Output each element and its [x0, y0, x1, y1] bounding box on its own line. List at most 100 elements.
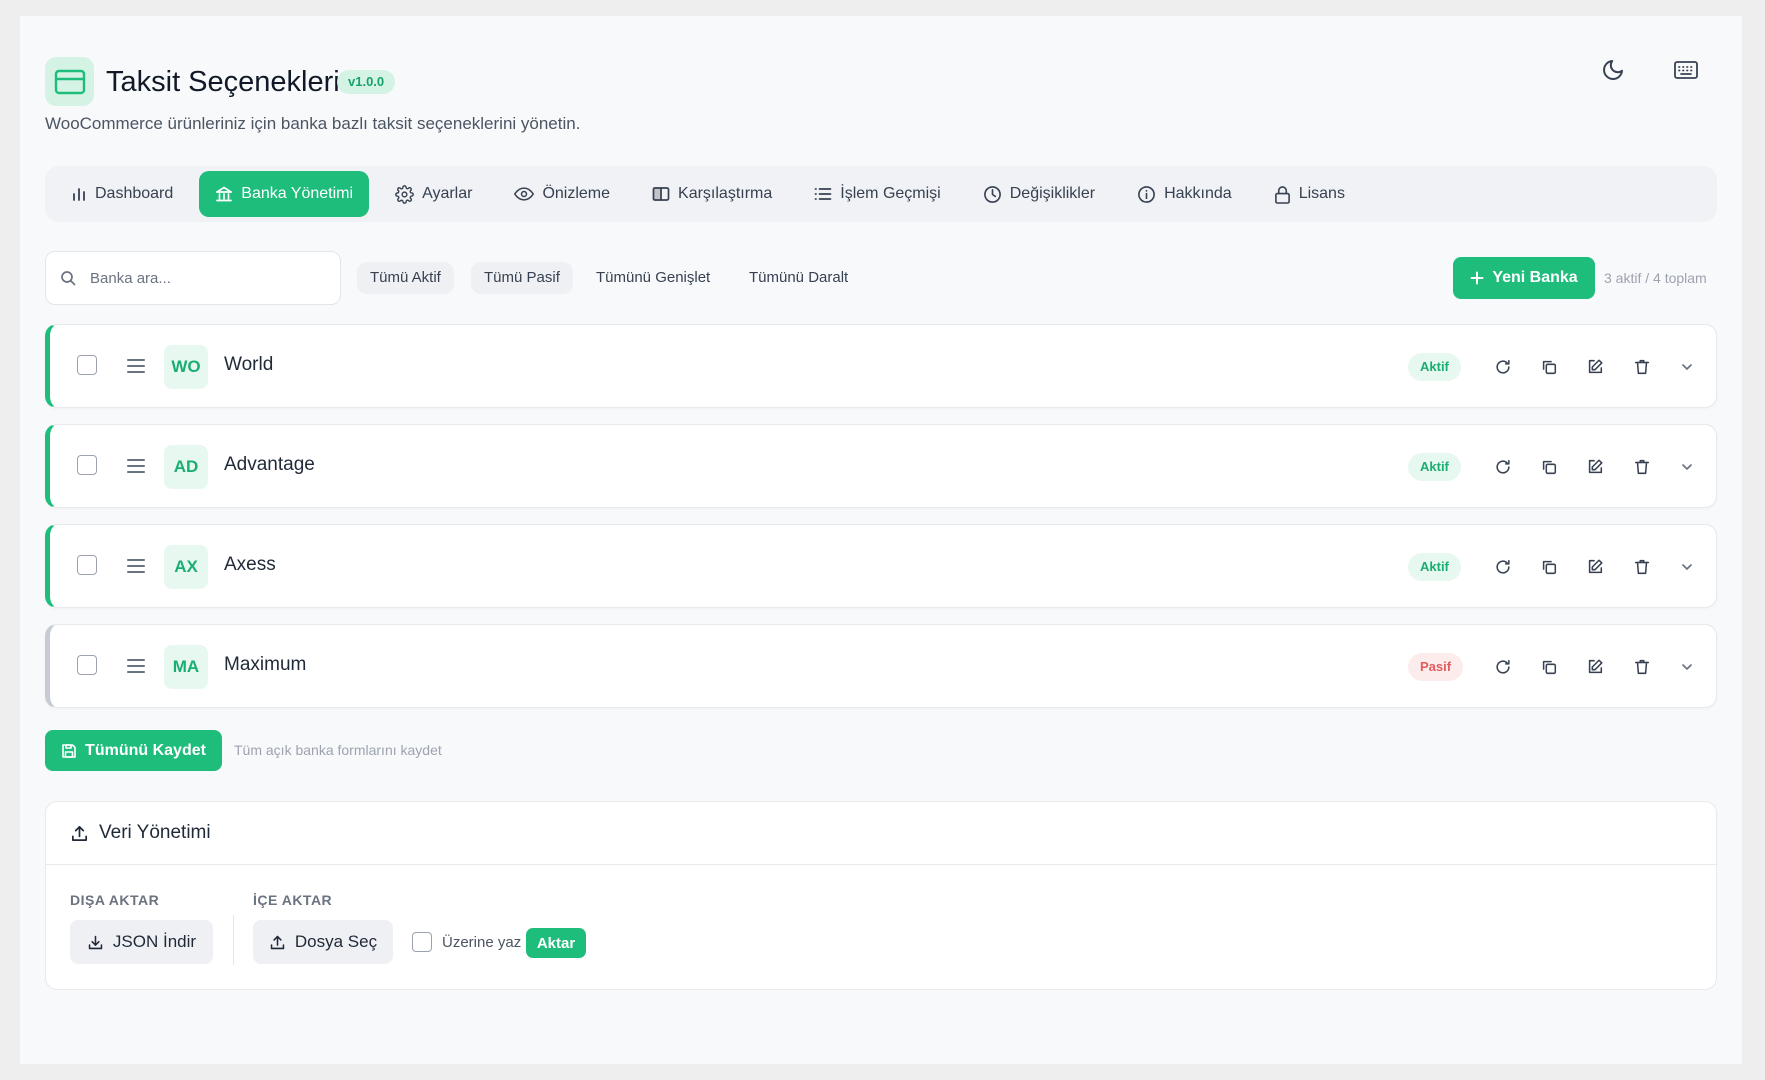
refresh-button[interactable] [1492, 456, 1514, 478]
copy-icon [1540, 558, 1558, 576]
import-label: İÇE AKTAR [253, 892, 333, 908]
divider [233, 915, 234, 965]
status-badge[interactable]: Aktif [1408, 353, 1461, 381]
expand-button[interactable] [1676, 556, 1698, 578]
keyboard-shortcuts-button[interactable] [1666, 50, 1706, 90]
drag-handle-icon[interactable] [126, 557, 146, 580]
duplicate-button[interactable] [1538, 556, 1560, 578]
copy-icon [1540, 358, 1558, 376]
new-bank-button[interactable]: Yeni Banka [1453, 257, 1595, 299]
chevron-down-icon [1679, 459, 1695, 475]
import-submit-button[interactable]: Aktar [526, 928, 586, 958]
tab-dashboard[interactable]: Dashboard [55, 171, 189, 217]
overwrite-label: Üzerine yaz [442, 934, 522, 951]
moon-icon [1603, 60, 1623, 80]
delete-button[interactable] [1631, 656, 1653, 678]
edit-button[interactable] [1584, 556, 1606, 578]
tab-transaction-history[interactable]: İşlem Geçmişi [798, 171, 956, 217]
info-icon [1138, 185, 1156, 203]
plus-icon [1470, 271, 1484, 285]
status-badge[interactable]: Aktif [1408, 553, 1461, 581]
bank-name: World [224, 354, 274, 375]
drag-handle-icon[interactable] [126, 457, 146, 480]
tab-label: Ayarlar [422, 185, 473, 202]
refresh-button[interactable] [1492, 556, 1514, 578]
refresh-button[interactable] [1492, 656, 1514, 678]
eye-icon [514, 187, 535, 201]
tab-settings[interactable]: Ayarlar [379, 171, 488, 217]
columns-icon [652, 187, 670, 201]
search-input[interactable] [90, 269, 310, 287]
bank-select-checkbox[interactable] [77, 355, 97, 375]
credit-card-icon [45, 57, 94, 106]
lock-icon [1274, 185, 1290, 204]
refresh-icon [1494, 558, 1512, 576]
choose-file-label: Dosya Seç [294, 932, 378, 951]
delete-button[interactable] [1631, 356, 1653, 378]
expand-button[interactable] [1676, 456, 1698, 478]
delete-button[interactable] [1631, 556, 1653, 578]
all-passive-button[interactable]: Tümü Pasif [471, 262, 573, 294]
tab-label: Karşılaştırma [678, 185, 773, 202]
save-icon [62, 743, 76, 758]
edit-icon [1586, 558, 1604, 576]
edit-icon [1586, 658, 1604, 676]
drag-handle-icon[interactable] [126, 657, 146, 680]
expand-all-button[interactable]: Tümünü Genişlet [583, 262, 723, 294]
tab-changes[interactable]: Değişiklikler [967, 171, 1111, 217]
expand-button[interactable] [1676, 356, 1698, 378]
status-badge[interactable]: Pasif [1408, 653, 1464, 681]
expand-button[interactable] [1676, 656, 1698, 678]
page-title: Taksit Seçenekleri [106, 66, 340, 98]
edit-icon [1586, 358, 1604, 376]
trash-icon [1633, 358, 1651, 376]
bank-select-checkbox[interactable] [77, 655, 97, 675]
tab-label: Dashboard [95, 185, 174, 202]
save-all-label: Tümünü Kaydet [85, 741, 206, 759]
list-icon [814, 188, 832, 200]
data-management-header: Veri Yönetimi [46, 802, 1716, 865]
bank-select-checkbox[interactable] [77, 455, 97, 475]
edit-button[interactable] [1584, 456, 1606, 478]
tab-preview[interactable]: Önizleme [498, 171, 626, 217]
refresh-button[interactable] [1492, 356, 1514, 378]
tab-label: Banka Yönetimi [241, 185, 354, 202]
bank-name: Maximum [224, 654, 307, 675]
page-subtitle: WooCommerce ürünleriniz için banka bazlı… [45, 114, 581, 133]
copy-icon [1540, 458, 1558, 476]
json-download-button[interactable]: JSON İndir [70, 920, 213, 964]
bank-row[interactable]: WO World Aktif [45, 324, 1717, 408]
all-active-button[interactable]: Tümü Aktif [357, 262, 454, 294]
export-label: DIŞA AKTAR [70, 892, 160, 908]
save-all-button[interactable]: Tümünü Kaydet [45, 730, 222, 771]
tab-about[interactable]: Hakkında [1121, 171, 1248, 217]
collapse-all-button[interactable]: Tümünü Daralt [736, 262, 861, 294]
chevron-down-icon [1679, 559, 1695, 575]
duplicate-button[interactable] [1538, 456, 1560, 478]
dark-mode-toggle[interactable] [1593, 50, 1633, 90]
bank-row[interactable]: AX Axess Aktif [45, 524, 1717, 608]
version-badge: v1.0.0 [337, 70, 396, 94]
edit-button[interactable] [1584, 356, 1606, 378]
status-badge[interactable]: Aktif [1408, 453, 1461, 481]
drag-handle-icon[interactable] [126, 357, 146, 380]
choose-file-button[interactable]: Dosya Seç [253, 920, 393, 964]
data-management-card: Veri Yönetimi DIŞA AKTAR JSON İndir İÇE … [45, 801, 1717, 990]
delete-button[interactable] [1631, 456, 1653, 478]
edit-button[interactable] [1584, 656, 1606, 678]
search-icon [61, 271, 76, 286]
trash-icon [1633, 658, 1651, 676]
overwrite-checkbox[interactable] [412, 932, 432, 952]
clock-icon [983, 185, 1001, 203]
bank-row[interactable]: MA Maximum Pasif [45, 624, 1717, 708]
tab-bank-management[interactable]: Banka Yönetimi [199, 171, 370, 217]
bank-name: Advantage [224, 454, 315, 475]
tab-comparison[interactable]: Karşılaştırma [636, 171, 788, 217]
duplicate-button[interactable] [1538, 656, 1560, 678]
tab-license[interactable]: Lisans [1258, 171, 1361, 217]
duplicate-button[interactable] [1538, 356, 1560, 378]
edit-icon [1586, 458, 1604, 476]
trash-icon [1633, 558, 1651, 576]
bank-select-checkbox[interactable] [77, 555, 97, 575]
bank-row[interactable]: AD Advantage Aktif [45, 424, 1717, 508]
